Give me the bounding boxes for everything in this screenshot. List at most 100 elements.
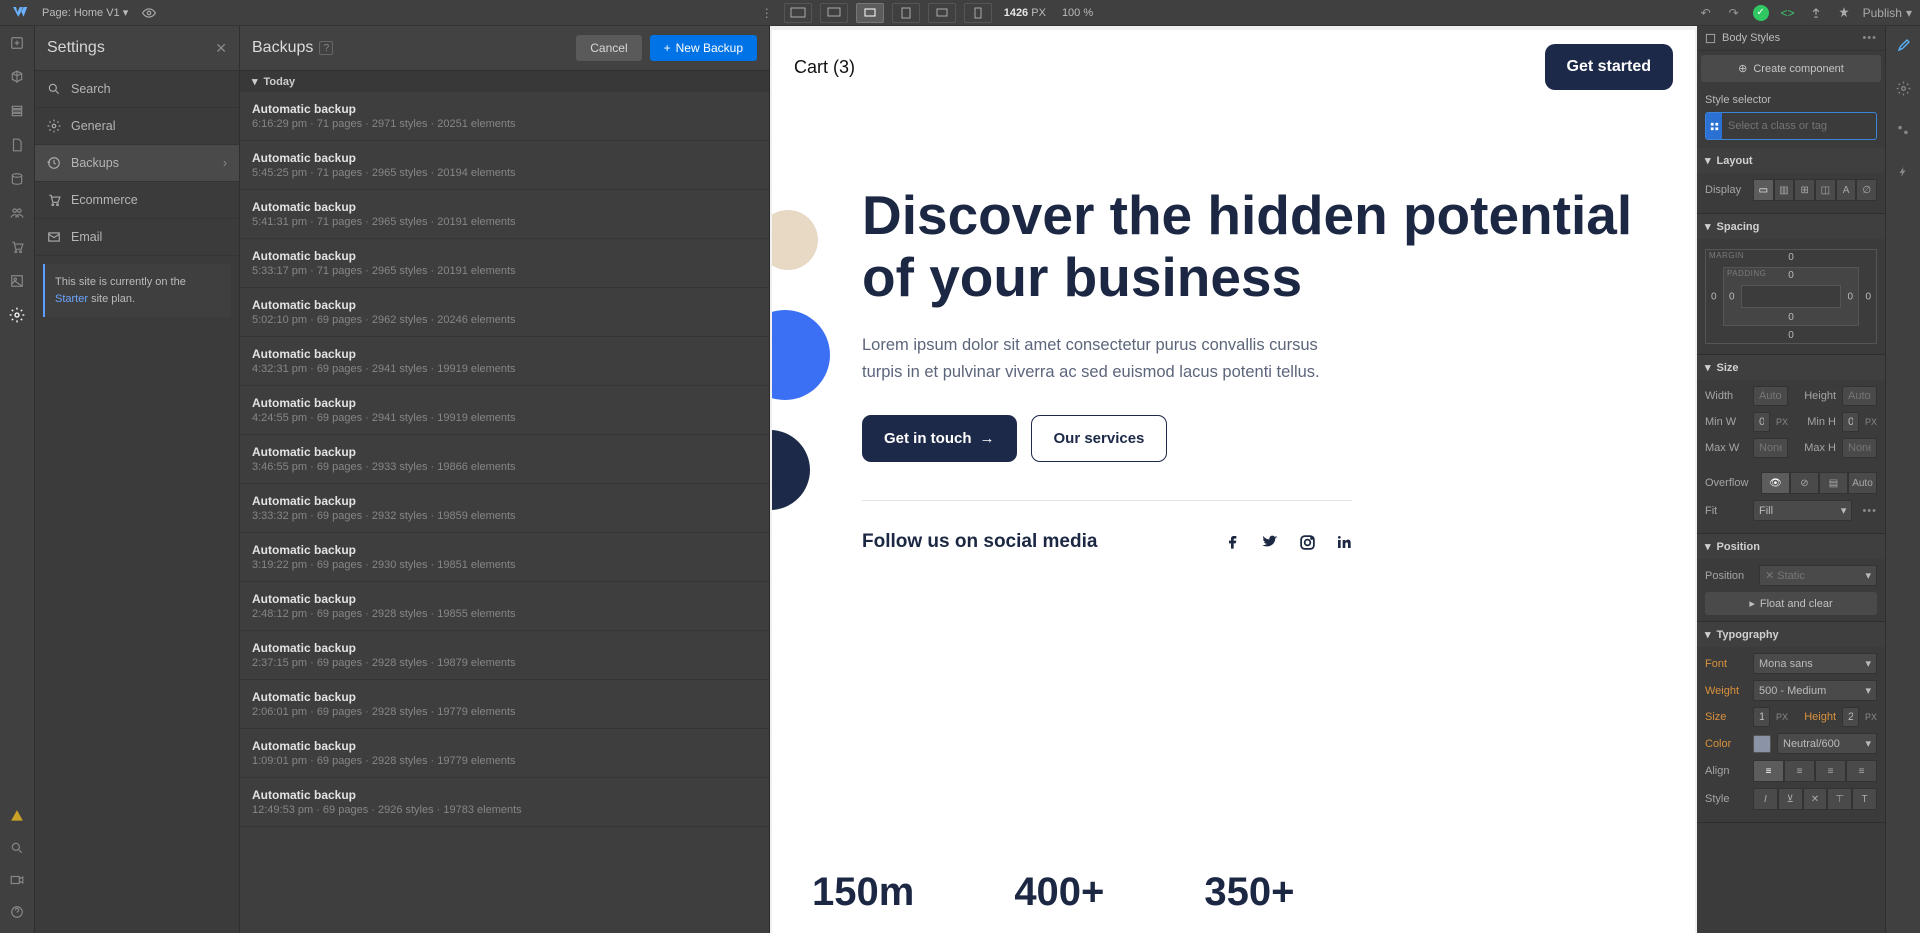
more-menu-icon[interactable]: ⋮ [758,4,776,22]
minw-input[interactable] [1753,412,1770,432]
class-selector[interactable] [1705,112,1877,140]
status-check-icon[interactable]: ✓ [1753,5,1769,21]
spacing-section[interactable]: ▾ Spacing [1697,214,1885,239]
backup-item[interactable]: Automatic backup3:33:32 pm · 69 pages · … [240,484,769,533]
new-backup-button[interactable]: +New Backup [650,35,757,61]
font-dropdown[interactable]: Mona sans▾ [1753,653,1877,674]
display-block-button[interactable]: ▭ [1753,179,1774,201]
brush-icon[interactable] [1891,34,1915,58]
users-icon[interactable] [8,204,26,222]
fit-menu-icon[interactable]: ••• [1862,505,1877,517]
backup-item[interactable]: Automatic backup5:41:31 pm · 71 pages · … [240,190,769,239]
display-buttons[interactable]: ▭ ▥ ⊞ ◫ A ∅ [1753,179,1877,201]
position-dropdown[interactable]: ✕ Static▾ [1759,565,1877,586]
interactions-icon[interactable] [1891,118,1915,142]
page-label[interactable]: Page: Home V1 ▾ [42,6,128,19]
backup-item[interactable]: Automatic backup3:19:22 pm · 69 pages · … [240,533,769,582]
width-input[interactable] [1753,386,1788,406]
fontsize-input[interactable] [1753,707,1770,727]
box-icon[interactable] [8,68,26,86]
position-section[interactable]: ▾ Position [1697,534,1885,559]
plan-link[interactable]: Starter [55,293,88,305]
backup-item[interactable]: Automatic backup5:45:25 pm · 71 pages · … [240,141,769,190]
float-clear-button[interactable]: ▸ Float and clear [1705,592,1877,615]
cancel-button[interactable]: Cancel [576,35,641,61]
class-input[interactable] [1722,114,1876,138]
height-input[interactable] [1842,386,1877,406]
display-none-button[interactable]: ∅ [1856,179,1877,201]
align-buttons[interactable]: ≡≡≡≡ [1753,760,1877,782]
audit-icon[interactable] [1835,4,1853,22]
fit-dropdown[interactable]: Fill▾ [1753,500,1852,521]
close-settings-icon[interactable]: ✕ [215,40,227,57]
backup-meta: 6:16:29 pm · 71 pages · 2971 styles · 20… [252,118,757,130]
color-swatch[interactable] [1753,735,1771,753]
create-component-button[interactable]: ⊕Create component [1701,55,1881,82]
layout-section[interactable]: ▾ Layout [1697,148,1885,173]
ecommerce-rail-icon[interactable] [8,238,26,256]
assets-icon[interactable] [8,272,26,290]
device-xl-button[interactable] [784,3,812,23]
backup-item[interactable]: Automatic backup5:33:17 pm · 71 pages · … [240,239,769,288]
backup-item[interactable]: Automatic backup2:37:15 pm · 69 pages · … [240,631,769,680]
backup-item[interactable]: Automatic backup4:24:55 pm · 69 pages · … [240,386,769,435]
size-section[interactable]: ▾ Size [1697,355,1885,380]
help-icon[interactable] [8,903,26,921]
device-desktop-button[interactable] [820,3,848,23]
undo-icon[interactable]: ↶ [1697,4,1715,22]
webflow-logo[interactable] [8,2,30,24]
spacing-editor[interactable]: MARGIN PADDING 0 0 0 0 0 0 0 0 [1705,249,1877,344]
code-icon[interactable]: <> [1779,4,1797,22]
backup-item[interactable]: Automatic backup1:09:01 pm · 69 pages · … [240,729,769,778]
device-mobile-landscape-button[interactable] [928,3,956,23]
redo-icon[interactable]: ↷ [1725,4,1743,22]
canvas-zoom[interactable]: 100 % [1062,7,1093,19]
weight-dropdown[interactable]: 500 - Medium▾ [1753,680,1877,701]
body-styles-menu-icon[interactable]: ••• [1862,32,1877,44]
publish-button[interactable]: Publish ▾ [1863,6,1912,20]
settings-nav-email[interactable]: Email [35,219,239,256]
device-tablet-button[interactable] [892,3,920,23]
settings-gear-icon[interactable] [8,306,26,324]
settings-nav-general[interactable]: General [35,108,239,145]
lightning-icon[interactable] [1891,160,1915,184]
pages-icon[interactable] [8,136,26,154]
backup-item[interactable]: Automatic backup3:46:55 pm · 69 pages · … [240,435,769,484]
canvas-width[interactable]: 1426 PX [1004,7,1046,19]
navigator-icon[interactable] [8,102,26,120]
maxh-input[interactable] [1842,438,1877,458]
settings-nav-backups[interactable]: Backups› [35,145,239,182]
backup-item[interactable]: Automatic backup12:49:53 pm · 69 pages ·… [240,778,769,827]
info-icon[interactable]: ? [319,41,333,55]
backup-item[interactable]: Automatic backup6:16:29 pm · 71 pages · … [240,92,769,141]
video-help-icon[interactable] [8,871,26,889]
export-icon[interactable] [1807,4,1825,22]
lineheight-input[interactable] [1842,707,1859,727]
settings-right-icon[interactable] [1891,76,1915,100]
typography-section[interactable]: ▾ Typography [1697,622,1885,647]
minh-input[interactable] [1842,412,1859,432]
settings-nav-search[interactable]: Search [35,71,239,108]
linkedin-icon [1336,534,1352,550]
settings-nav-ecommerce[interactable]: Ecommerce [35,182,239,219]
backup-item[interactable]: Automatic backup5:02:10 pm · 69 pages · … [240,288,769,337]
backup-item[interactable]: Automatic backup4:32:31 pm · 69 pages · … [240,337,769,386]
add-element-icon[interactable] [8,34,26,52]
style-buttons[interactable]: I⊻✕⊤T [1753,788,1877,810]
color-dropdown[interactable]: Neutral/600▾ [1777,733,1877,754]
backup-item[interactable]: Automatic backup2:48:12 pm · 69 pages · … [240,582,769,631]
backup-item[interactable]: Automatic backup2:06:01 pm · 69 pages · … [240,680,769,729]
display-grid-button[interactable]: ⊞ [1794,179,1815,201]
device-mobile-button[interactable] [964,3,992,23]
search-rail-icon[interactable] [8,839,26,857]
audit-rail-icon[interactable] [8,807,26,825]
preview-eye-icon[interactable] [140,4,158,22]
display-flex-button[interactable]: ▥ [1774,179,1795,201]
maxw-input[interactable] [1753,438,1788,458]
backup-list[interactable]: Automatic backup6:16:29 pm · 71 pages · … [240,92,769,933]
display-inline-block-button[interactable]: ◫ [1815,179,1836,201]
display-inline-button[interactable]: A [1836,179,1857,201]
device-laptop-button[interactable] [856,3,884,23]
overflow-buttons[interactable]: 👁⊘▤Auto [1761,472,1877,494]
cms-icon[interactable] [8,170,26,188]
